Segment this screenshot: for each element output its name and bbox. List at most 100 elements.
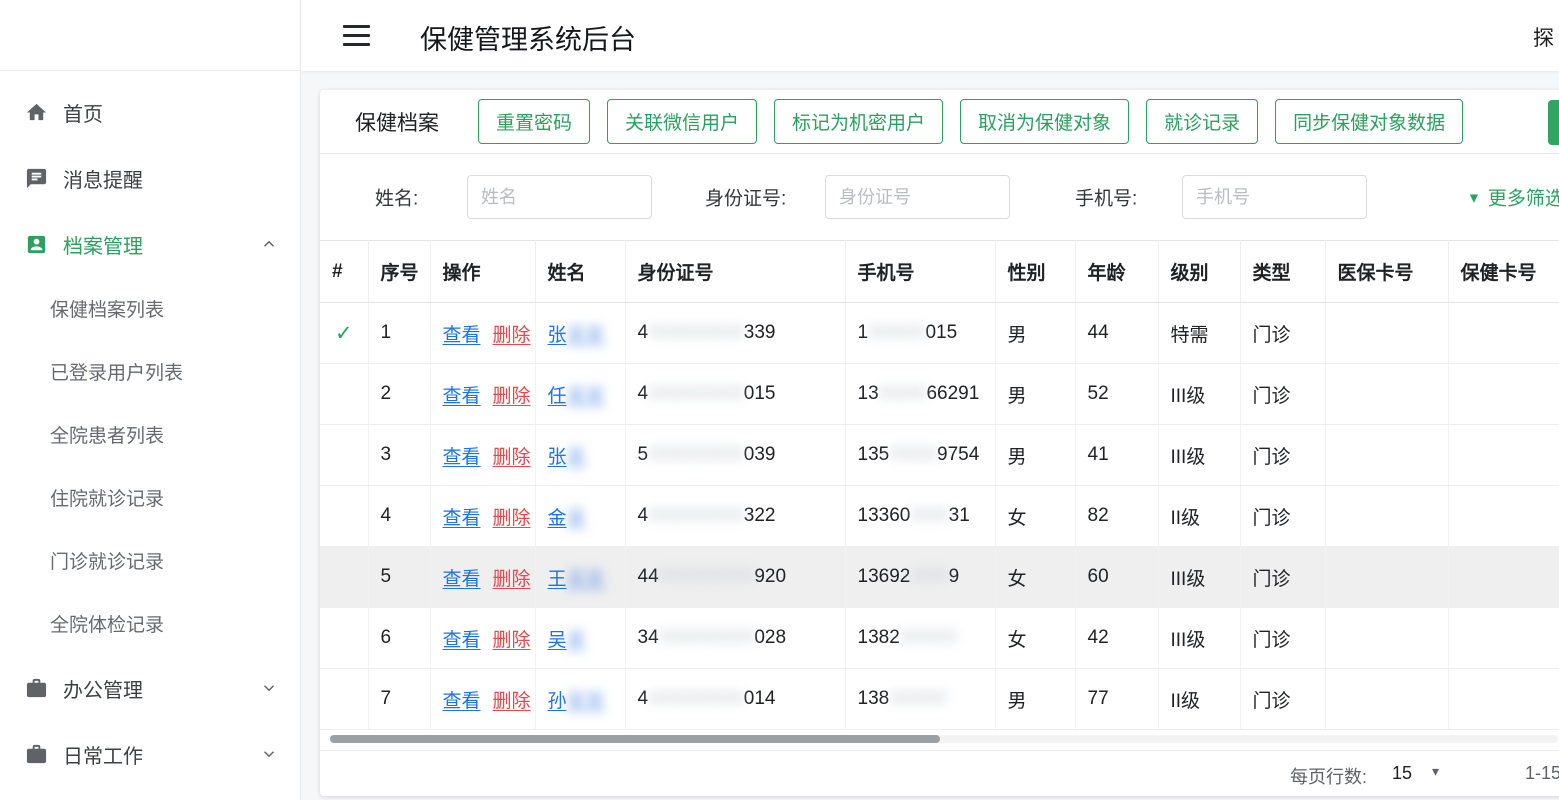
sidebar-item-archives[interactable]: 档案管理 — [0, 211, 300, 277]
type-cell: 门诊 — [1240, 425, 1325, 486]
row-select-cell[interactable] — [320, 547, 368, 608]
sidebar-item-office[interactable]: 办公管理 — [0, 655, 300, 721]
horizontal-scrollbar-track — [328, 735, 1558, 743]
table-row[interactable]: 6 查看删除 吴某 340000000000028 1382000000 女 4… — [320, 608, 1559, 669]
sidebar-subitem-label: 门诊就诊记录 — [50, 547, 164, 574]
patient-name-link[interactable]: 吴某 — [548, 630, 586, 651]
cancel-healthcare-subject-button[interactable]: 取消为保健对象 — [960, 99, 1129, 144]
delete-link[interactable]: 删除 — [493, 386, 531, 407]
patient-name-link[interactable]: 金某 — [548, 508, 586, 529]
reset-password-button[interactable]: 重置密码 — [478, 99, 590, 144]
healthcare-card-cell — [1448, 303, 1559, 364]
row-select-cell[interactable] — [320, 364, 368, 425]
gender-cell: 女 — [995, 547, 1075, 608]
sidebar-subitem-outpatient-records[interactable]: 门诊就诊记录 — [0, 529, 300, 592]
redacted-text: 0000 — [910, 566, 948, 587]
view-link[interactable]: 查看 — [443, 508, 481, 529]
view-link[interactable]: 查看 — [443, 325, 481, 346]
row-select-cell[interactable]: ✓ — [320, 303, 368, 364]
sidebar-subitem-inpatient-records[interactable]: 住院就诊记录 — [0, 466, 300, 529]
redacted-text: 某 — [567, 447, 586, 468]
type-cell: 门诊 — [1240, 669, 1325, 730]
redacted-text: 0000000000 — [648, 322, 744, 343]
row-index: 1 — [368, 303, 430, 364]
gender-cell: 男 — [995, 425, 1075, 486]
healthcare-card-cell — [1448, 425, 1559, 486]
horizontal-scrollbar-thumb[interactable] — [330, 735, 940, 743]
sidebar-item-label: 办公管理 — [63, 674, 143, 703]
chevron-down-icon — [260, 745, 278, 763]
level-cell: III级 — [1158, 364, 1240, 425]
redacted-text: 某某 — [567, 325, 605, 346]
table-row[interactable]: ✓ 1 查看删除 张某某 40000000000339 1000000015 男… — [320, 303, 1559, 364]
gender-cell: 男 — [995, 364, 1075, 425]
sidebar-subitem-physical-exams[interactable]: 全院体检记录 — [0, 592, 300, 655]
mark-confidential-button[interactable]: 标记为机密用户 — [774, 99, 943, 144]
table-row[interactable]: 5 查看删除 王某某 440000000000920 1369200009 女 … — [320, 547, 1559, 608]
phone-cell: 13360000031 — [845, 486, 995, 547]
gender-cell: 女 — [995, 486, 1075, 547]
col-type: 类型 — [1240, 241, 1325, 303]
healthcare-card-cell — [1448, 364, 1559, 425]
redacted-text: 0000 — [910, 505, 948, 526]
menu-icon[interactable] — [343, 25, 370, 46]
link-wechat-user-button[interactable]: 关联微信用户 — [607, 99, 757, 144]
col-actions: 操作 — [430, 241, 535, 303]
row-select-cell[interactable] — [320, 425, 368, 486]
table-row[interactable]: 3 查看删除 张某 50000000000039 135000009754 男 … — [320, 425, 1559, 486]
table-row[interactable]: 7 查看删除 孙某某 40000000000014 138000000 男 77… — [320, 669, 1559, 730]
sidebar-subitem-archive-list[interactable]: 保健档案列表 — [0, 277, 300, 340]
gender-cell: 男 — [995, 669, 1075, 730]
primary-action-button[interactable] — [1548, 100, 1559, 145]
row-select-cell[interactable] — [320, 608, 368, 669]
view-link[interactable]: 查看 — [443, 569, 481, 590]
delete-link[interactable]: 删除 — [493, 691, 531, 712]
id-filter-input[interactable] — [825, 175, 1010, 219]
insurance-card-cell — [1325, 425, 1448, 486]
archive-card: 保健档案 重置密码 关联微信用户 标记为机密用户 取消为保健对象 就诊记录 同步… — [320, 90, 1559, 796]
view-link[interactable]: 查看 — [443, 630, 481, 651]
sync-data-button[interactable]: 同步保健对象数据 — [1275, 99, 1463, 144]
more-filters-toggle[interactable]: ▼ 更多筛选 — [1467, 184, 1559, 211]
delete-link[interactable]: 删除 — [493, 508, 531, 529]
delete-link[interactable]: 删除 — [493, 630, 531, 651]
table-row[interactable]: 2 查看删除 任某某 40000000000015 130000066291 男… — [320, 364, 1559, 425]
visit-records-button[interactable]: 就诊记录 — [1146, 99, 1258, 144]
sidebar-subitem-all-patients[interactable]: 全院患者列表 — [0, 403, 300, 466]
sidebar-subitem-logged-users[interactable]: 已登录用户列表 — [0, 340, 300, 403]
sidebar-subitem-label: 住院就诊记录 — [50, 484, 164, 511]
caret-down-icon[interactable]: ▾ — [1432, 763, 1439, 780]
header-right-text[interactable]: 探 — [1533, 22, 1554, 52]
delete-link[interactable]: 删除 — [493, 447, 531, 468]
level-cell: III级 — [1158, 547, 1240, 608]
id-card-cell: 40000000000339 — [625, 303, 845, 364]
redacted-text: 0000000000 — [659, 566, 755, 587]
type-cell: 门诊 — [1240, 303, 1325, 364]
patient-name-link[interactable]: 孙某某 — [548, 691, 605, 712]
patient-name-link[interactable]: 王某某 — [548, 569, 605, 590]
patient-name-link[interactable]: 任某某 — [548, 386, 605, 407]
redacted-text: 000000 — [900, 627, 957, 648]
col-select[interactable]: # — [320, 241, 368, 303]
rows-per-page-select[interactable]: 15 — [1392, 763, 1412, 784]
view-link[interactable]: 查看 — [443, 386, 481, 407]
row-select-cell[interactable] — [320, 486, 368, 547]
sidebar-item-daily-work[interactable]: 日常工作 — [0, 721, 300, 787]
sidebar-item-messages[interactable]: 消息提醒 — [0, 145, 300, 211]
table-row[interactable]: 4 查看删除 金某 40000000000322 13360000031 女 8… — [320, 486, 1559, 547]
row-select-cell[interactable] — [320, 669, 368, 730]
view-link[interactable]: 查看 — [443, 691, 481, 712]
type-cell: 门诊 — [1240, 608, 1325, 669]
delete-link[interactable]: 删除 — [493, 569, 531, 590]
phone-cell: 130000066291 — [845, 364, 995, 425]
delete-link[interactable]: 删除 — [493, 325, 531, 346]
sidebar-item-home[interactable]: 首页 — [0, 79, 300, 145]
patient-name-link[interactable]: 张某某 — [548, 325, 605, 346]
phone-filter-input[interactable] — [1182, 175, 1367, 219]
redacted-text: 某 — [567, 508, 586, 529]
patient-name-link[interactable]: 张某 — [548, 447, 586, 468]
sidebar-item-label: 日常工作 — [63, 740, 143, 769]
age-cell: 82 — [1075, 486, 1158, 547]
name-filter-input[interactable] — [467, 175, 652, 219]
view-link[interactable]: 查看 — [443, 447, 481, 468]
